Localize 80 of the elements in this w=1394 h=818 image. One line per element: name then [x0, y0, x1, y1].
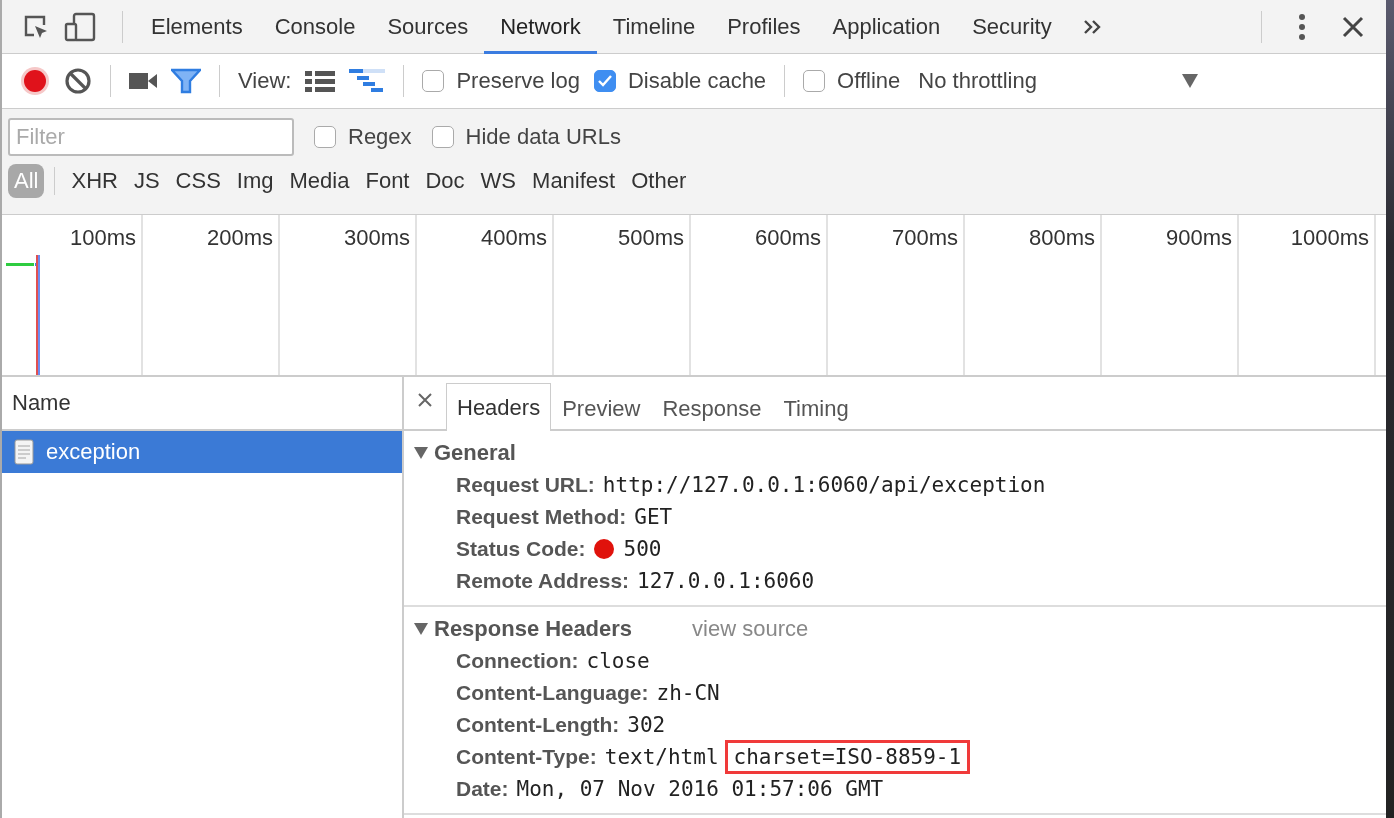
request-row[interactable]: exception: [2, 431, 402, 473]
clear-icon[interactable]: [64, 67, 92, 95]
highlighted-value: charset=ISO-8859-1: [724, 740, 971, 774]
resource-type-filter[interactable]: XHR: [65, 164, 124, 198]
view-source-link[interactable]: view source: [692, 616, 809, 642]
hide-data-urls-checkbox[interactable]: Hide data URLs: [431, 124, 621, 150]
header-value: http://127.0.0.1:6060/api/exception: [602, 473, 1046, 497]
timeline-tick-label: 900ms: [1165, 225, 1232, 250]
panel-tab[interactable]: Security: [956, 0, 1068, 54]
timeline-tick-label: 300ms: [343, 225, 410, 250]
resource-type-filter[interactable]: Font: [359, 164, 416, 198]
resource-type-filter[interactable]: CSS: [169, 164, 227, 198]
document-icon: [14, 439, 34, 465]
detail-tab[interactable]: Timing: [772, 385, 860, 431]
section-header[interactable]: Response Headers: [414, 616, 633, 642]
timeline-tick-label: 500ms: [617, 225, 684, 250]
name-column-header: Name: [12, 390, 71, 416]
list-view-icon[interactable]: [305, 70, 336, 92]
throttling-dropdown[interactable]: No throttling: [914, 68, 1203, 94]
header-value: close: [586, 649, 650, 673]
disable-cache-checkbox[interactable]: Disable cache: [593, 68, 767, 94]
resource-type-filter[interactable]: JS: [127, 164, 166, 198]
section-header[interactable]: General: [414, 440, 516, 466]
device-icon[interactable]: [64, 11, 96, 42]
header-name: Connection:: [456, 649, 579, 673]
panel-tab[interactable]: Application: [816, 0, 957, 54]
timeline-tick-label: 700ms: [891, 225, 958, 250]
resource-type-filter[interactable]: Media: [283, 164, 356, 198]
timeline-tick-label: 800ms: [1028, 225, 1095, 250]
panel-tab[interactable]: Sources: [371, 0, 485, 54]
header-value: 127.0.0.1:6060: [637, 569, 815, 593]
preserve-log-checkbox[interactable]: Preserve log: [422, 68, 580, 94]
checkmark-icon: [596, 74, 613, 88]
panel-tab[interactable]: Profiles: [711, 0, 817, 54]
detail-tab[interactable]: Headers: [446, 383, 552, 431]
video-camera-icon[interactable]: [129, 72, 157, 90]
record-icon[interactable]: [20, 66, 50, 96]
panel-tab[interactable]: Elements: [135, 0, 259, 54]
header-value: zh-CN: [656, 681, 720, 705]
resource-type-filter[interactable]: Doc: [419, 164, 471, 198]
header-value: GET: [634, 505, 673, 529]
header-name: Status Code:: [456, 537, 586, 561]
resource-type-filter[interactable]: WS: [474, 164, 523, 198]
panel-tab[interactable]: Timeline: [596, 0, 712, 54]
header-name: Request Method:: [456, 505, 627, 529]
header-name: Request URL:: [456, 473, 595, 497]
close-icon[interactable]: [1342, 15, 1364, 38]
header-name: Content-Length:: [456, 713, 620, 737]
filter-icon[interactable]: [171, 68, 201, 94]
panel-tab[interactable]: Console: [258, 0, 372, 54]
more-options-icon[interactable]: [1298, 12, 1306, 41]
header-value: text/html: [604, 745, 719, 769]
close-icon[interactable]: [418, 393, 432, 407]
triangle-icon: [414, 446, 428, 460]
timeline-tick-label: 600ms: [754, 225, 821, 250]
detail-tab[interactable]: Preview: [551, 385, 652, 431]
triangle-icon: [414, 622, 428, 636]
header-name: Remote Address:: [456, 569, 630, 593]
header-value: Mon, 07 Nov 2016 01:57:06 GMT: [516, 777, 884, 801]
resource-type-filter[interactable]: Img: [230, 164, 280, 198]
dropdown-arrow-icon: [1182, 74, 1199, 88]
regex-checkbox[interactable]: Regex: [314, 124, 412, 150]
detail-tab[interactable]: Response: [651, 385, 773, 431]
offline-checkbox[interactable]: Offline: [803, 68, 901, 94]
timeline-tick-label: 200ms: [206, 225, 273, 250]
waterfall-view-icon[interactable]: [349, 69, 386, 93]
resource-type-filter[interactable]: Other: [625, 164, 693, 198]
timeline-tick-label: 400ms: [480, 225, 547, 250]
header-name: Content-Type:: [456, 745, 597, 769]
resource-type-filter[interactable]: Manifest: [526, 164, 622, 198]
timeline-tick-label: 100ms: [69, 225, 136, 250]
timeline-tick-label: 1000ms: [1290, 225, 1369, 250]
header-value: 302: [627, 713, 666, 737]
header-value: 500: [623, 537, 662, 561]
filter-input[interactable]: Filter: [8, 118, 294, 156]
panel-tab[interactable]: Network: [484, 0, 597, 54]
chevrons-icon[interactable]: [1081, 17, 1102, 36]
view-label: View:: [238, 68, 292, 94]
header-name: Date:: [456, 777, 509, 801]
header-name: Content-Language:: [456, 681, 649, 705]
